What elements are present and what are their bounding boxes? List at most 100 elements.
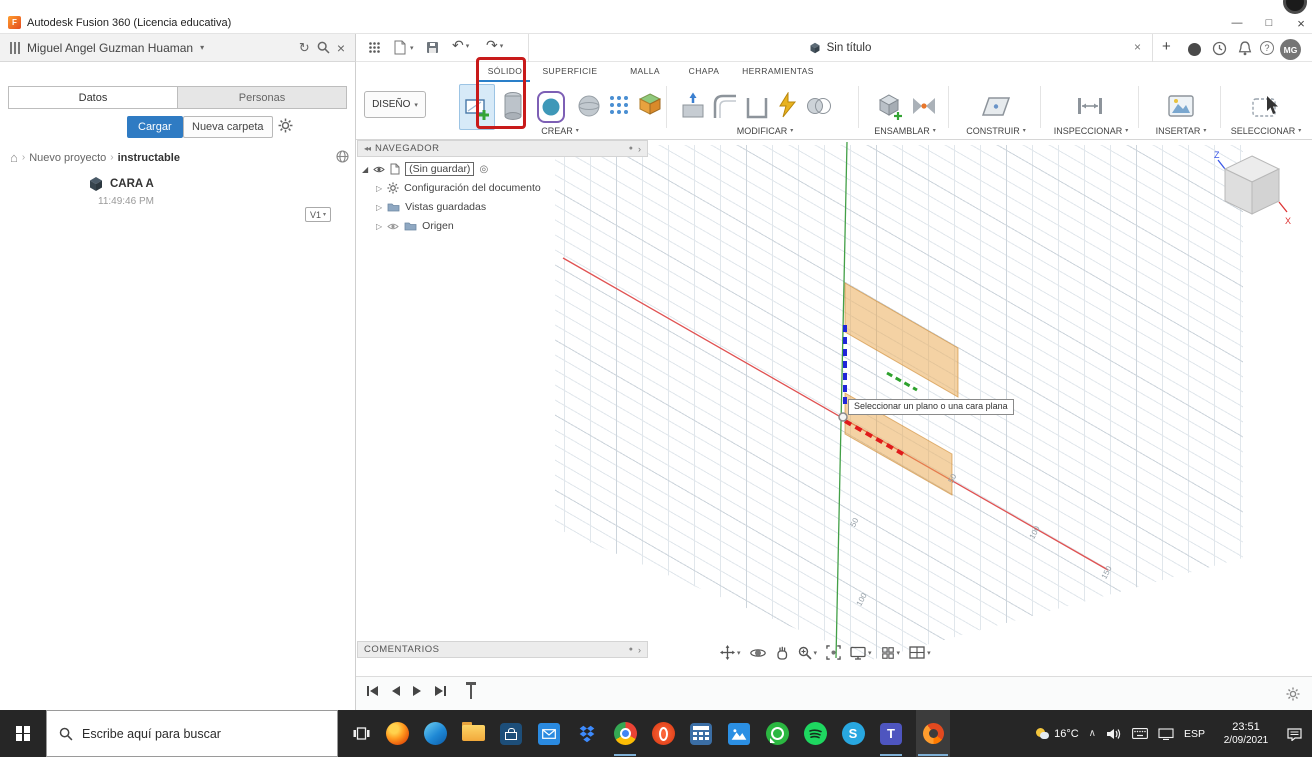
taskbar-search[interactable] [46, 710, 338, 757]
teams-icon[interactable]: T [878, 710, 904, 757]
search-icon[interactable] [317, 41, 330, 54]
group-insertar[interactable]: INSERTAR ▾ [1142, 124, 1220, 137]
minimize-button[interactable]: — [1222, 13, 1252, 33]
pan-icon[interactable]: ▾ [720, 645, 741, 660]
whatsapp-icon[interactable] [764, 710, 790, 757]
viewcube[interactable]: Z X [1212, 150, 1292, 236]
user-menu-chevron-icon[interactable]: ▾ [200, 43, 204, 52]
fillet-icon[interactable] [712, 92, 738, 120]
avatar[interactable]: MG [1280, 39, 1301, 60]
history-clock-icon[interactable] [1212, 41, 1227, 56]
help-icon[interactable]: ? [1260, 41, 1274, 55]
refresh-icon[interactable]: ↻ [299, 40, 310, 56]
grid-settings-icon[interactable]: ▾ [881, 646, 900, 660]
ribbon-tab-superficie[interactable]: SUPERFICIE [534, 66, 606, 80]
version-badge[interactable]: V1 ▾ [305, 207, 332, 222]
document-tab[interactable]: Sin título [528, 34, 1152, 62]
firefox-icon[interactable] [384, 710, 410, 757]
expander-icon[interactable]: ◢ [362, 165, 368, 174]
construction-plane-icon[interactable] [982, 96, 1010, 118]
display-settings-icon[interactable]: ▾ [850, 646, 872, 660]
fusion360-icon[interactable] [916, 710, 950, 757]
start-button[interactable] [0, 710, 46, 757]
skype-icon[interactable]: S [840, 710, 866, 757]
list-item[interactable]: CARA A [88, 176, 154, 192]
timeline-gear-icon[interactable] [1286, 687, 1300, 701]
upload-button[interactable]: Cargar [127, 116, 183, 138]
calculator-icon[interactable] [688, 710, 714, 757]
viewport-canvas[interactable]: 50 100 150 50 100 Seleccionar un plano o… [356, 140, 1312, 676]
select-tool-icon[interactable] [1252, 94, 1280, 120]
timeline-marker[interactable] [470, 685, 472, 699]
search-input[interactable] [82, 726, 312, 741]
expander-icon[interactable]: ▷ [376, 184, 382, 193]
visibility-eye-icon[interactable] [387, 222, 399, 231]
group-seleccionar[interactable]: SELECCIONAR ▾ [1224, 124, 1308, 137]
touch-keyboard-icon[interactable] [1132, 728, 1148, 739]
new-component-icon[interactable] [876, 92, 902, 120]
viewports-icon[interactable]: ▾ [909, 646, 931, 659]
close-panel-icon[interactable]: × [337, 40, 345, 56]
task-view-icon[interactable] [342, 710, 380, 757]
mail-icon[interactable] [536, 710, 562, 757]
create-form-icon[interactable] [536, 88, 566, 126]
timeline-skip-start-icon[interactable] [366, 685, 379, 697]
pattern-icon[interactable] [608, 94, 630, 116]
panel-expand-icon[interactable]: › [638, 144, 641, 154]
activate-radio-icon[interactable]: ◎ [479, 164, 488, 175]
group-ensamblar[interactable]: ENSAMBLAR ▾ [862, 124, 948, 137]
tab-datos[interactable]: Datos [8, 86, 178, 109]
opera-icon[interactable] [650, 710, 676, 757]
clock-widget[interactable]: 23:51 2/09/2021 [1215, 720, 1277, 747]
browser-panel-header[interactable]: ◂◂ NAVEGADOR ● › [357, 140, 648, 157]
collapse-panel-icon[interactable]: ◂◂ [364, 144, 371, 153]
user-name[interactable]: Miguel Angel Guzman Huaman [27, 41, 193, 55]
revolve-icon[interactable] [576, 92, 602, 120]
volume-icon[interactable] [1106, 728, 1122, 740]
timeline-play-icon[interactable] [412, 685, 423, 697]
spotify-icon[interactable] [802, 710, 828, 757]
visibility-eye-icon[interactable] [373, 165, 385, 174]
breadcrumb-project[interactable]: Nuevo proyecto [29, 152, 106, 164]
group-inspeccionar[interactable]: INSPECCIONAR ▾ [1044, 124, 1138, 137]
undo-button[interactable]: ↶ ▾ [452, 37, 469, 54]
redo-button[interactable]: ↷ ▾ [486, 37, 503, 54]
weather-widget[interactable]: 16°C [1036, 727, 1079, 740]
expander-icon[interactable]: ▷ [376, 203, 382, 212]
close-window-button[interactable]: × [1286, 13, 1312, 33]
new-tab-icon[interactable]: + [1162, 38, 1171, 55]
save-icon[interactable] [426, 41, 439, 54]
automate-icon[interactable] [776, 92, 798, 118]
group-modificar[interactable]: MODIFICAR ▾ [672, 124, 858, 137]
data-panel-icon[interactable] [10, 41, 20, 54]
timeline-step-back-icon[interactable] [390, 685, 401, 697]
combine-icon[interactable] [806, 94, 832, 118]
ribbon-tab-herramientas[interactable]: HERRAMIENTAS [736, 66, 820, 80]
shell-icon[interactable] [744, 92, 770, 120]
dropbox-icon[interactable] [574, 710, 600, 757]
panel-opacity-dot-icon[interactable]: ● [629, 145, 633, 152]
ribbon-tab-malla[interactable]: MALLA [618, 66, 672, 80]
group-construir[interactable]: CONSTRUIR ▾ [952, 124, 1040, 137]
tab-personas[interactable]: Personas [178, 86, 347, 109]
edge-icon[interactable] [422, 710, 448, 757]
expander-icon[interactable]: ▷ [376, 222, 382, 231]
action-center-icon[interactable] [1287, 727, 1302, 741]
new-folder-button[interactable]: Nueva carpeta [183, 116, 273, 138]
insert-image-icon[interactable] [1168, 95, 1194, 117]
tree-node-views[interactable]: ▷ Vistas guardadas [376, 198, 495, 216]
job-status-icon[interactable] [1188, 43, 1201, 56]
panel-expand-icon[interactable]: › [638, 645, 641, 655]
file-explorer-icon[interactable] [460, 710, 486, 757]
language-indicator[interactable]: ESP [1184, 728, 1205, 740]
photos-icon[interactable] [726, 710, 752, 757]
measure-icon[interactable] [1076, 94, 1104, 118]
press-pull-icon[interactable] [680, 92, 706, 120]
fit-view-icon[interactable] [826, 645, 841, 660]
tree-node-config[interactable]: ▷ Configuración del documento [376, 179, 549, 197]
breadcrumb-folder[interactable]: instructable [118, 152, 180, 164]
workspace-selector[interactable]: DISEÑO ▾ [364, 91, 426, 118]
joint-icon[interactable] [910, 94, 938, 118]
panel-settings-gear-icon[interactable] [278, 118, 293, 133]
ribbon-tab-chapa[interactable]: CHAPA [676, 66, 732, 80]
